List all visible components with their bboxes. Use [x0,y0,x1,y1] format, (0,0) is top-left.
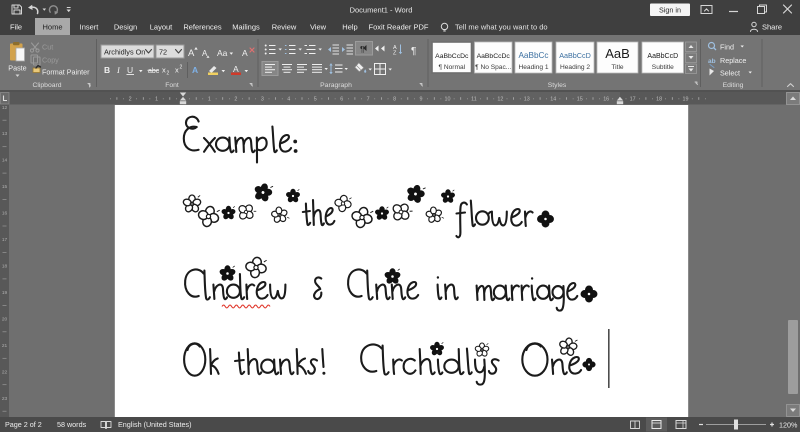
svg-text:6: 6 [340,97,343,103]
svg-text:2: 2 [234,97,237,103]
svg-text:Tell me what you want to do: Tell me what you want to do [455,23,548,32]
svg-text:A: A [188,48,195,59]
svg-text:15: 15 [2,184,8,190]
svg-text:A: A [192,65,198,75]
svg-text:1: 1 [208,97,211,103]
svg-text:20: 20 [2,316,8,322]
svg-text:Paste: Paste [8,64,26,73]
svg-text:9: 9 [420,97,423,103]
svg-text:16: 16 [2,211,8,217]
svg-text:Document1 - Word: Document1 - Word [350,6,413,15]
svg-text:Replace: Replace [720,56,746,65]
svg-text:AaBbCcDc: AaBbCcDc [477,53,511,60]
svg-text:¶: ¶ [360,45,364,54]
svg-text:Help: Help [342,23,357,32]
svg-text:AaBbCcD: AaBbCcD [647,53,678,60]
svg-text:3: 3 [261,97,264,103]
svg-text:13: 13 [2,131,8,137]
svg-text:A: A [202,49,208,58]
svg-text:A: A [242,48,248,58]
svg-text:72: 72 [159,48,167,57]
svg-text:View: View [310,23,327,32]
svg-text:English (United States): English (United States) [118,420,192,429]
svg-text:Copy: Copy [42,56,59,65]
svg-text:12: 12 [2,105,8,111]
svg-text:13: 13 [524,97,530,103]
svg-text:Font: Font [165,82,179,89]
svg-text:¶ No Spac...: ¶ No Spac... [475,64,511,71]
svg-text:References: References [183,23,222,32]
svg-text:17: 17 [2,237,8,243]
svg-text:Paragraph: Paragraph [320,82,352,89]
svg-text:2: 2 [167,71,170,77]
svg-text:AaBbCcDc: AaBbCcDc [435,53,469,60]
svg-text:Heading 1: Heading 1 [518,64,548,71]
svg-text:Styles: Styles [548,82,567,89]
svg-text:Share: Share [762,23,782,32]
svg-text:AaBbCс: AaBbCс [518,51,548,60]
svg-text:Archidlys On: Archidlys On [104,48,145,57]
svg-text:Find: Find [720,43,734,52]
svg-text:Cut: Cut [42,43,53,52]
svg-text:Design: Design [114,23,137,32]
svg-text:Heading 2: Heading 2 [560,64,590,71]
svg-text:11: 11 [471,97,477,103]
svg-text:12: 12 [497,97,503,103]
svg-text:16: 16 [603,97,609,103]
svg-text:19: 19 [2,290,8,296]
svg-text:Review: Review [272,23,297,32]
svg-text:14: 14 [550,97,556,103]
svg-text:7: 7 [367,97,370,103]
svg-text:120%: 120% [779,421,798,430]
svg-text:ab: ab [708,58,716,65]
svg-text:18: 18 [656,97,662,103]
svg-text:15: 15 [577,97,583,103]
svg-text:22: 22 [2,369,8,375]
svg-text:58 words: 58 words [57,420,87,429]
svg-text:File: File [10,23,22,32]
svg-text:Editing: Editing [723,82,744,89]
svg-text:B: B [104,65,110,75]
svg-text:Home: Home [42,23,62,32]
svg-text:Insert: Insert [80,23,100,32]
svg-text:2: 2 [129,97,132,103]
svg-text:17: 17 [630,97,636,103]
svg-text:Sign in: Sign in [659,6,681,15]
svg-text:Page 2 of 2: Page 2 of 2 [5,420,42,429]
svg-text:18: 18 [2,264,8,270]
svg-text:AaBbCcD: AaBbCcD [559,51,591,60]
svg-text:2: 2 [180,65,183,71]
svg-text:4: 4 [287,97,290,103]
svg-text:Mailings: Mailings [232,23,260,32]
svg-text:Select: Select [720,69,740,78]
svg-text:Clipboard: Clipboard [32,82,61,89]
svg-text:U: U [127,65,133,75]
svg-text:Foxit Reader PDF: Foxit Reader PDF [368,23,428,32]
svg-text:14: 14 [2,158,8,164]
svg-text:19: 19 [683,97,689,103]
svg-text:Subtitle: Subtitle [652,64,674,71]
svg-text:21: 21 [2,343,8,349]
svg-text:AaB: AaB [605,46,630,61]
svg-text:Aa: Aa [217,48,228,58]
svg-text:x: x [162,66,166,75]
svg-text:Format Painter: Format Painter [42,68,90,77]
svg-text:x: x [175,66,179,75]
svg-text:Title: Title [611,64,624,71]
svg-text:23: 23 [2,396,8,402]
svg-text:10: 10 [445,97,451,103]
svg-text:¶ Normal: ¶ Normal [438,64,465,71]
svg-text:5: 5 [314,97,317,103]
svg-text:abc: abc [148,68,160,75]
svg-text:Layout: Layout [150,23,173,32]
svg-text:1: 1 [155,97,158,103]
svg-text:¶: ¶ [411,46,416,57]
svg-text:8: 8 [393,97,396,103]
